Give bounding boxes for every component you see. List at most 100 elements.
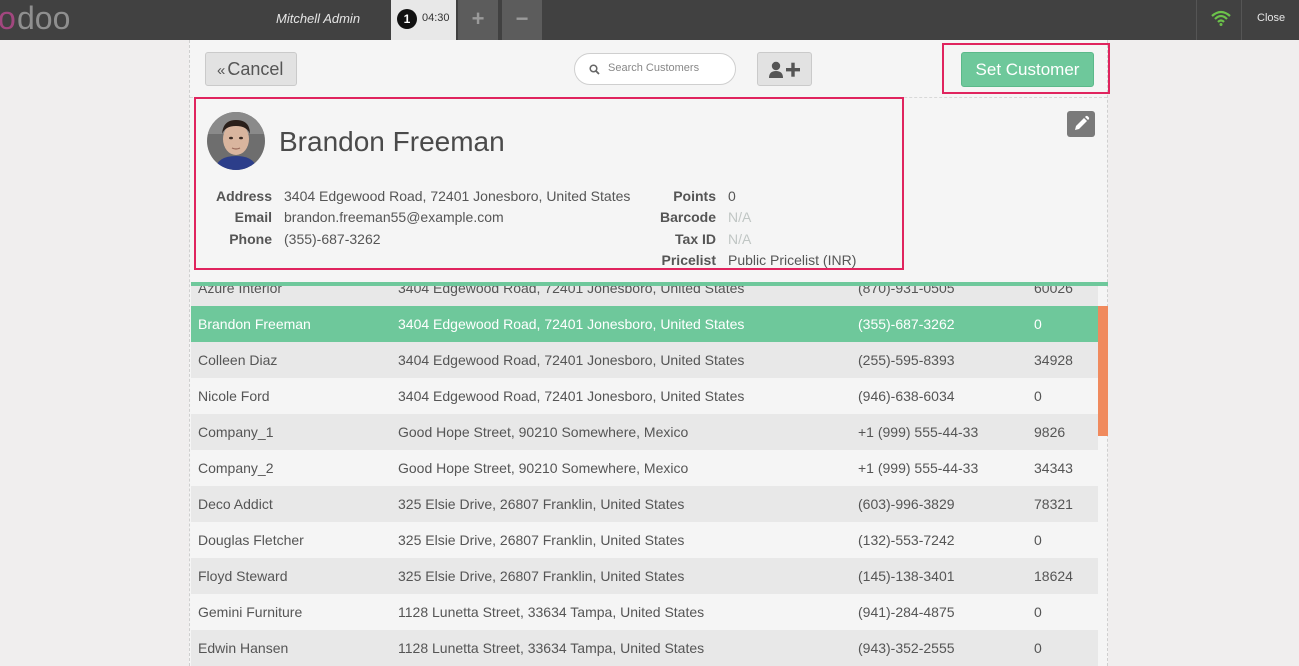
pricelist-value: Public Pricelist (INR) xyxy=(728,252,857,268)
customer-name-cell: Colleen Diaz xyxy=(198,352,278,368)
barcode-label: Barcode xyxy=(659,209,716,225)
table-row[interactable]: Company_2 Good Hope Street, 90210 Somewhe… xyxy=(191,450,1098,486)
tax-id-label: Tax ID xyxy=(675,231,716,247)
customer-points-cell: 34343 xyxy=(1034,460,1073,476)
customer-name-cell: Company_1 xyxy=(198,424,274,440)
email-value: brandon.freeman55@example.com xyxy=(284,209,504,225)
set-customer-button[interactable]: Set Customer xyxy=(961,52,1094,87)
customer-phone-cell: (946)-638-6034 xyxy=(858,388,955,404)
customer-phone-cell: (132)-553-7242 xyxy=(858,532,955,548)
edit-customer-button[interactable] xyxy=(1067,111,1095,137)
table-row[interactable]: Brandon Freeman 3404 Edgewood Road, 72401… xyxy=(191,306,1098,342)
customer-name: Brandon Freeman xyxy=(279,126,505,157)
customer-address-cell: 325 Elsie Drive, 26807 Franklin, United … xyxy=(398,568,685,584)
tax-id-value: N/A xyxy=(728,231,752,247)
pencil-icon xyxy=(1075,115,1090,130)
customer-name-cell: Gemini Furniture xyxy=(198,604,303,620)
customer-list: Azure Interior 3404 Edgewood Road, 72401 … xyxy=(191,282,1108,666)
search-box[interactable] xyxy=(574,53,736,85)
customer-address-cell: 325 Elsie Drive, 26807 Franklin, United … xyxy=(398,532,685,548)
customer-phone-cell: +1 (999) 555-44-33 xyxy=(858,424,979,440)
list-scrollbar[interactable] xyxy=(1098,306,1108,436)
customer-name-cell: Deco Addict xyxy=(198,496,273,512)
customer-name-cell: Douglas Fletcher xyxy=(198,532,304,548)
customer-points-cell: 0 xyxy=(1034,640,1042,656)
table-row[interactable]: Colleen Diaz 3404 Edgewood Road, 72401 Jo… xyxy=(191,342,1098,378)
client-list-screen: «Cancel Set Customer xyxy=(189,40,1110,666)
customer-name-cell: Edwin Hansen xyxy=(198,640,289,656)
customer-points-cell: 60026 xyxy=(1034,282,1073,296)
customer-address-cell: 325 Elsie Drive, 26807 Franklin, United … xyxy=(398,496,685,512)
table-row[interactable]: Gemini Furniture 1128 Lunetta Street, 336… xyxy=(191,594,1098,630)
customer-points-cell: 0 xyxy=(1034,388,1042,404)
customer-phone-cell: (145)-138-3401 xyxy=(858,568,955,584)
customer-name-cell: Company_2 xyxy=(198,460,274,476)
points-value: 0 xyxy=(728,188,736,204)
customer-address-cell: 3404 Edgewood Road, 72401 Jonesboro, Uni… xyxy=(398,282,745,296)
points-label: Points xyxy=(673,188,716,204)
double-chevron-left-icon: « xyxy=(217,62,226,79)
remove-order-button[interactable]: − xyxy=(502,0,542,40)
pos-topbar: o doo Mitchell Admin 1 04:30 + − Close xyxy=(0,0,1299,40)
customer-phone-cell: (943)-352-2555 xyxy=(858,640,955,656)
customer-phone-cell: (603)-996-3829 xyxy=(858,496,955,512)
table-row[interactable]: Nicole Ford 3404 Edgewood Road, 72401 Jon… xyxy=(191,378,1098,414)
cancel-button[interactable]: «Cancel xyxy=(205,52,297,86)
customer-name-cell: Brandon Freeman xyxy=(198,316,311,332)
table-row[interactable]: Deco Addict 325 Elsie Drive, 26807 Frankl… xyxy=(191,486,1098,522)
customer-name-cell: Floyd Steward xyxy=(198,568,288,584)
customer-points-cell: 18624 xyxy=(1034,568,1073,584)
customer-phone-cell: (870)-931-0505 xyxy=(858,282,955,296)
customer-address-cell: 1128 Lunetta Street, 33634 Tampa, United… xyxy=(398,604,705,620)
email-label: Email xyxy=(234,209,272,225)
add-customer-button[interactable] xyxy=(757,52,812,86)
customer-address-cell: 3404 Edgewood Road, 72401 Jonesboro, Uni… xyxy=(398,316,745,332)
pricelist-label: Pricelist xyxy=(661,252,716,268)
cancel-label: Cancel xyxy=(227,59,284,79)
topbar-divider xyxy=(1196,0,1197,40)
customer-points-cell: 0 xyxy=(1034,604,1042,620)
user-plus-icon xyxy=(769,61,800,78)
add-order-button[interactable]: + xyxy=(458,0,498,40)
customer-address-cell: Good Hope Street, 90210 Somewhere, Mexic… xyxy=(398,460,689,476)
barcode-value: N/A xyxy=(728,209,752,225)
table-row[interactable]: Azure Interior 3404 Edgewood Road, 72401 … xyxy=(191,282,1098,306)
address-label: Address xyxy=(215,188,272,204)
topbar-divider xyxy=(1241,0,1242,40)
phone-label: Phone xyxy=(229,231,272,247)
customer-address-cell: 1128 Lunetta Street, 33634 Tampa, United… xyxy=(398,640,705,656)
wifi-icon xyxy=(1211,10,1231,26)
search-customers-input[interactable] xyxy=(608,62,728,74)
customer-name-cell: Nicole Ford xyxy=(198,388,270,404)
table-row[interactable]: Floyd Steward 325 Elsie Drive, 26807 Fran… xyxy=(191,558,1098,594)
svg-text:doo: doo xyxy=(17,4,70,34)
close-button[interactable]: Close xyxy=(1257,12,1285,24)
customer-phone-cell: (941)-284-4875 xyxy=(858,604,955,620)
customer-name-cell: Azure Interior xyxy=(198,282,283,296)
order-time: 04:30 xyxy=(422,12,450,24)
svg-text:o: o xyxy=(0,4,16,34)
customer-points-cell: 0 xyxy=(1034,532,1042,548)
customer-address-cell: 3404 Edgewood Road, 72401 Jonesboro, Uni… xyxy=(398,352,745,368)
customer-address-cell: Good Hope Street, 90210 Somewhere, Mexic… xyxy=(398,424,689,440)
customer-phone-cell: +1 (999) 555-44-33 xyxy=(858,460,979,476)
phone-value: (355)-687-3262 xyxy=(284,231,381,247)
table-row[interactable]: Douglas Fletcher 325 Elsie Drive, 26807 F… xyxy=(191,522,1098,558)
set-customer-highlight: Set Customer xyxy=(942,43,1110,94)
customer-phone-cell: (355)-687-3262 xyxy=(858,316,955,332)
customer-phone-cell: (255)-595-8393 xyxy=(858,352,955,368)
customer-details-panel: Brandon Freeman Address 3404 Edgewood Ro… xyxy=(194,97,904,270)
avatar xyxy=(207,112,265,170)
address-value: 3404 Edgewood Road, 72401 Jonesboro, Uni… xyxy=(284,188,631,204)
search-icon xyxy=(589,64,600,75)
customer-points-cell: 78321 xyxy=(1034,496,1073,512)
customer-address-cell: 3404 Edgewood Road, 72401 Jonesboro, Uni… xyxy=(398,388,745,404)
odoo-logo: o doo xyxy=(0,4,70,34)
customer-points-cell: 0 xyxy=(1034,316,1042,332)
customer-points-cell: 9826 xyxy=(1034,424,1066,440)
table-row[interactable]: Edwin Hansen 1128 Lunetta Street, 33634 T… xyxy=(191,630,1098,666)
customer-points-cell: 34928 xyxy=(1034,352,1073,368)
cashier-name[interactable]: Mitchell Admin xyxy=(276,11,360,26)
order-tab-active[interactable]: 1 04:30 xyxy=(391,0,456,40)
table-row[interactable]: Company_1 Good Hope Street, 90210 Somewhe… xyxy=(191,414,1098,450)
